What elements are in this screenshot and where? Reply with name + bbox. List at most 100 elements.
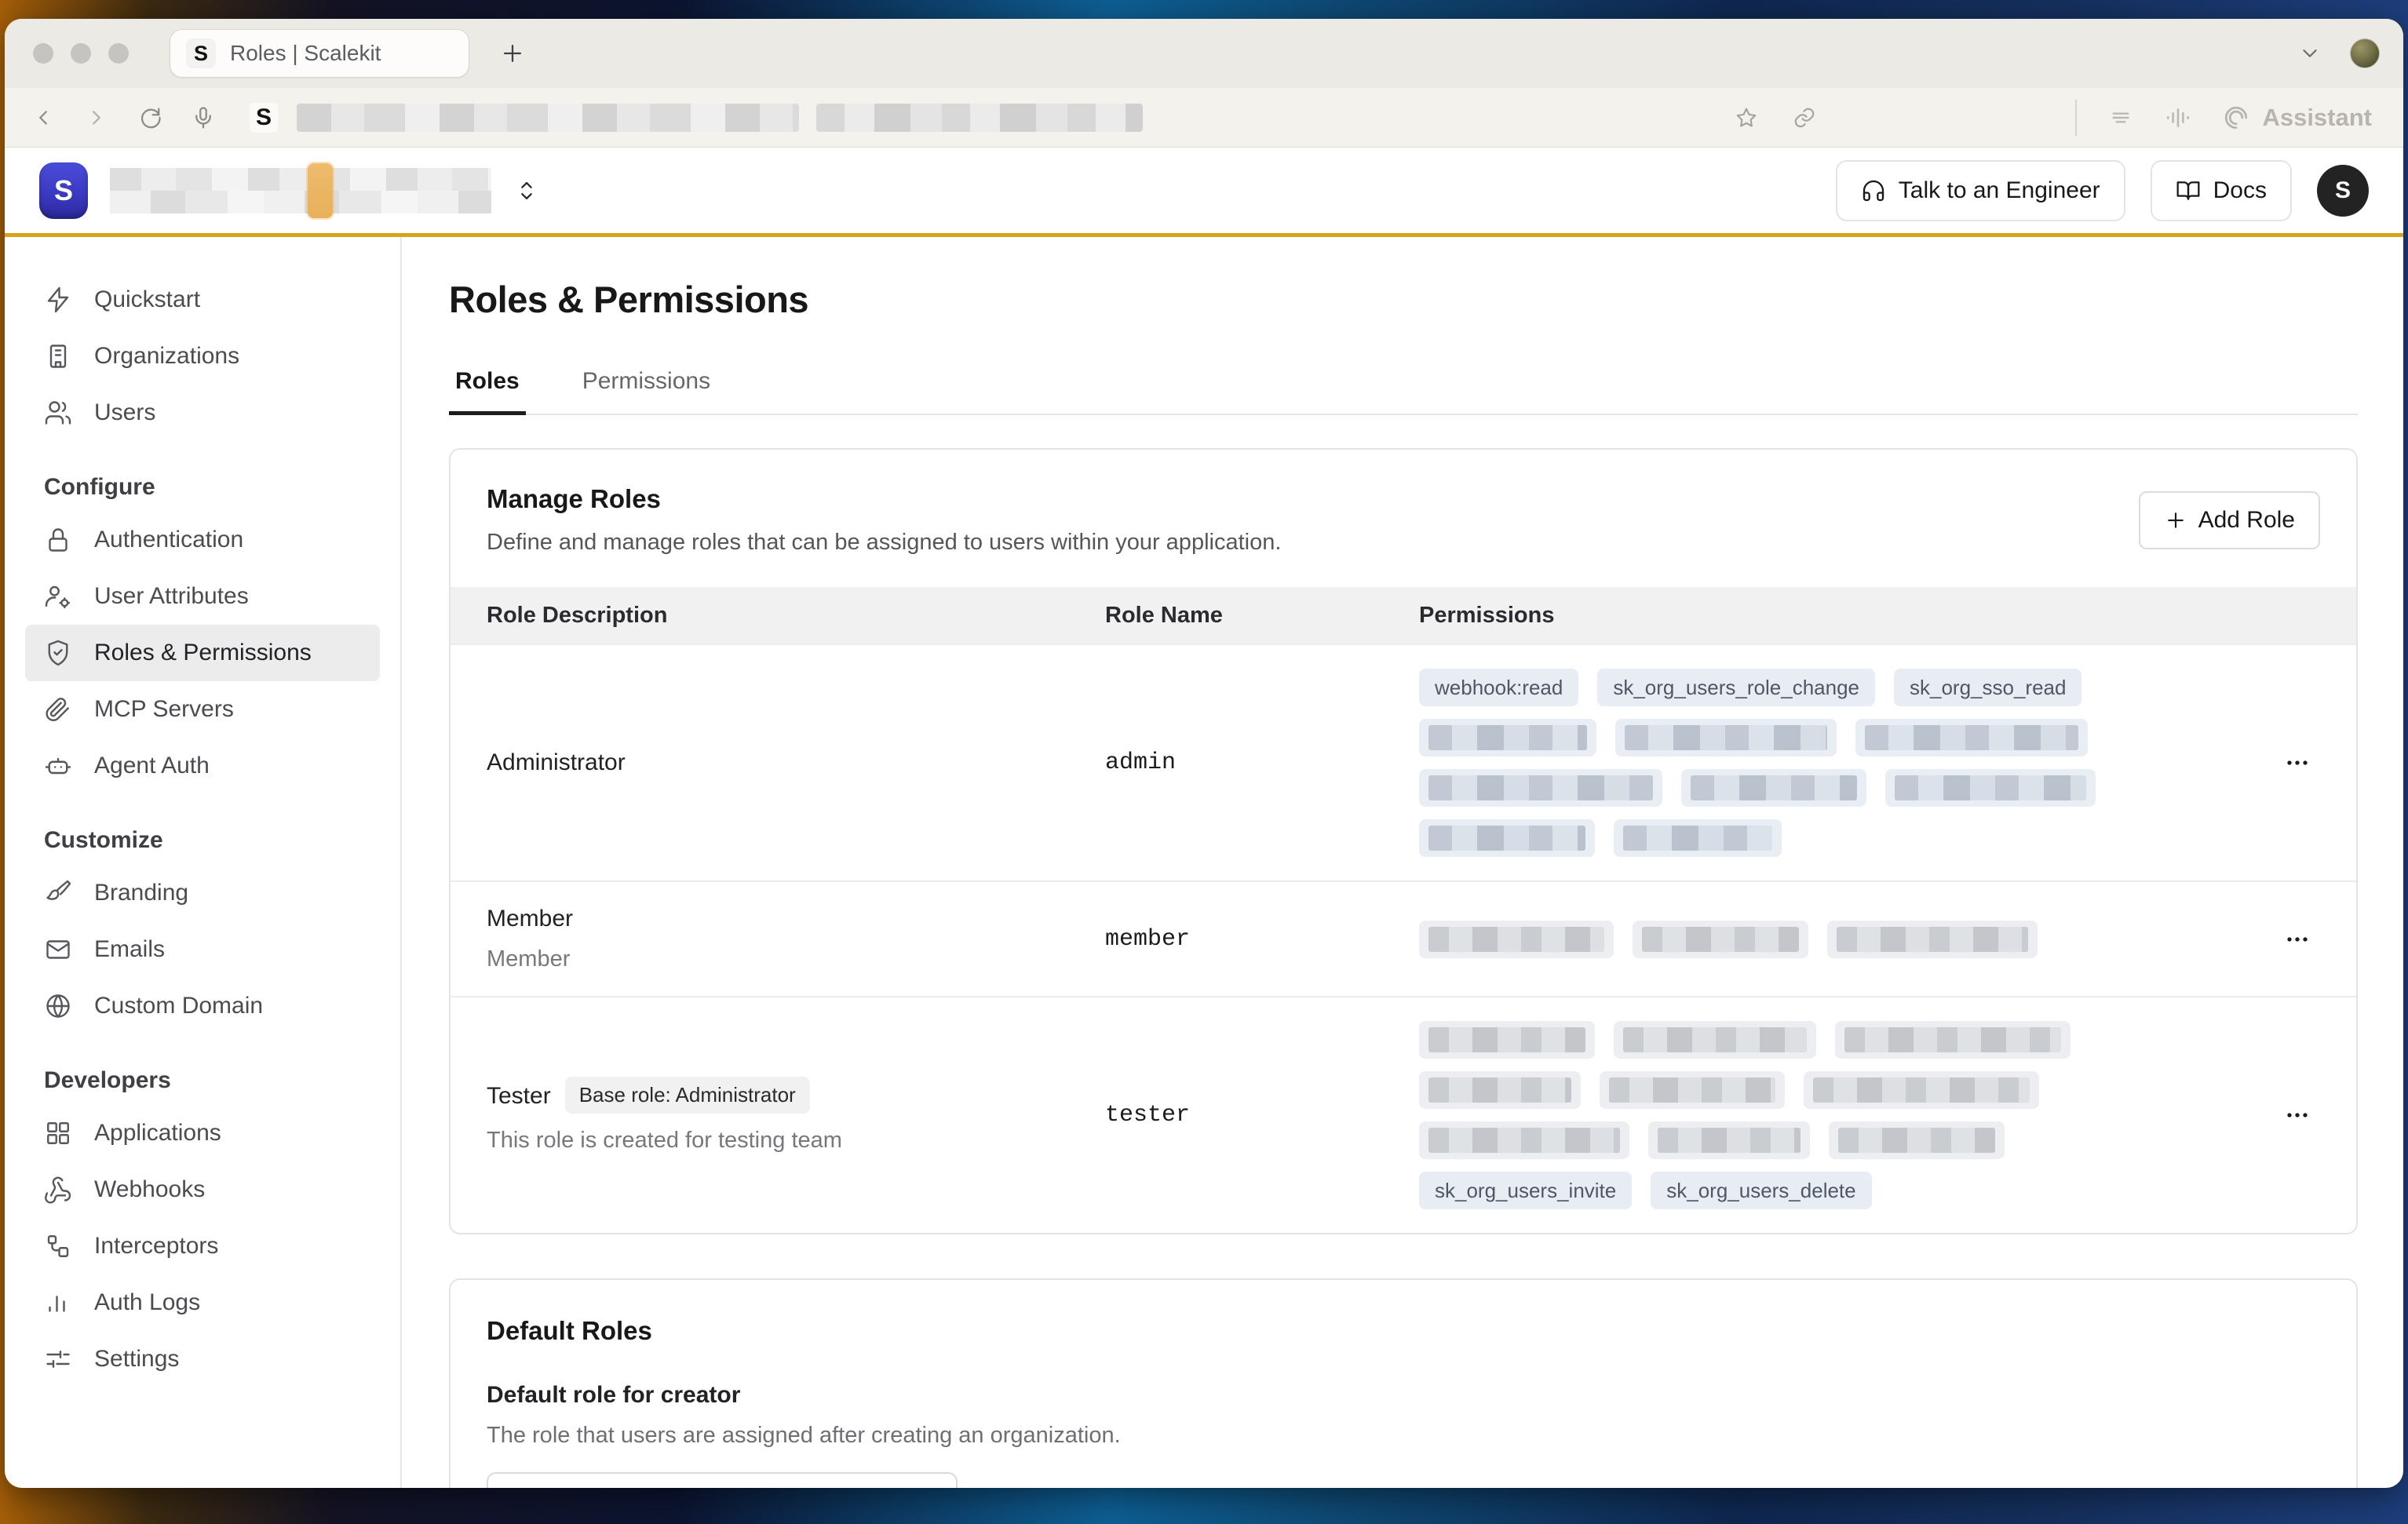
redacted-badge: [1419, 1071, 1581, 1109]
sidebar-item-label: MCP Servers: [94, 696, 234, 723]
sidebar-item-mcp-servers[interactable]: MCP Servers: [25, 681, 380, 738]
permission-badge: sk_org_users_invite: [1419, 1172, 1632, 1209]
sidebar-item-label: Authentication: [94, 527, 243, 553]
default-role-select[interactable]: Administrator: [487, 1472, 958, 1488]
audio-waveform-icon[interactable]: [2165, 104, 2191, 131]
sliders-icon: [44, 1345, 72, 1373]
sidebar-item-quickstart[interactable]: Quickstart: [25, 272, 380, 328]
sidebar-item-user-attributes[interactable]: User Attributes: [25, 568, 380, 625]
sidebar-item-label: Organizations: [94, 343, 239, 370]
redacted-badge: [1600, 1071, 1785, 1109]
forward-button[interactable]: [85, 106, 108, 129]
table-row-member: Member Member member: [451, 880, 2356, 996]
browser-tab[interactable]: S Roles | Scalekit: [170, 29, 469, 78]
sidebar-item-label: Auth Logs: [94, 1289, 200, 1316]
tab-overview-chevron[interactable]: [2298, 42, 2322, 65]
redacted-badge: [1681, 769, 1866, 807]
sidebar-item-webhooks[interactable]: Webhooks: [25, 1161, 380, 1218]
user-avatar[interactable]: S: [2317, 165, 2369, 217]
org-switcher-chevrons-icon[interactable]: [513, 177, 540, 204]
redacted-badge: [1614, 1021, 1816, 1059]
sidebar-item-label: Agent Auth: [94, 753, 210, 779]
sidebar-item-organizations[interactable]: Organizations: [25, 328, 380, 385]
base-role-badge: Base role: Administrator: [565, 1077, 810, 1114]
window-minimize-button[interactable]: [71, 43, 91, 64]
tab-permissions[interactable]: Permissions: [576, 368, 717, 414]
default-roles-card: Default Roles Default role for creator T…: [449, 1278, 2358, 1488]
docs-label: Docs: [2213, 177, 2267, 204]
redacted-badge: [1419, 1021, 1595, 1059]
user-gear-icon: [44, 582, 72, 611]
column-permissions: Permissions: [1419, 603, 2238, 629]
building-icon: [44, 342, 72, 370]
back-button[interactable]: [31, 106, 55, 129]
window-close-button[interactable]: [33, 43, 53, 64]
browser-window: S Roles | Scalekit S: [5, 19, 2403, 1488]
redacted-badge: [1419, 819, 1595, 857]
browser-toolbar: S Assistant: [5, 88, 2403, 148]
talk-to-engineer-button[interactable]: Talk to an Engineer: [1836, 160, 2125, 221]
page-tabs: Roles Permissions: [449, 368, 2358, 415]
sidebar-section-configure: Configure: [25, 474, 380, 501]
sidebar-item-interceptors[interactable]: Interceptors: [25, 1218, 380, 1274]
role-description-text: Tester: [487, 1083, 551, 1109]
sidebar-item-roles-permissions[interactable]: Roles & Permissions: [25, 625, 380, 681]
tab-title: Roles | Scalekit: [230, 41, 381, 66]
copy-link-icon[interactable]: [1793, 106, 1816, 129]
redacted-badge: [1855, 719, 2088, 757]
column-role-description: Role Description: [487, 603, 1105, 629]
address-bar-redacted-2[interactable]: [816, 104, 1143, 132]
talk-to-engineer-label: Talk to an Engineer: [1899, 177, 2100, 204]
row-menu-button[interactable]: [2282, 1099, 2313, 1131]
manage-roles-description: Define and manage roles that can be assi…: [487, 530, 1281, 556]
tab-roles[interactable]: Roles: [449, 368, 526, 414]
role-description: Administrator: [487, 749, 1105, 776]
sidebar-item-authentication[interactable]: Authentication: [25, 512, 380, 568]
reload-button[interactable]: [138, 106, 162, 129]
sidebar-item-users[interactable]: Users: [25, 385, 380, 441]
reader-icon[interactable]: [2108, 105, 2133, 130]
manage-roles-title: Manage Roles: [487, 484, 1281, 514]
brush-icon: [44, 879, 72, 907]
add-role-label: Add Role: [2198, 507, 2295, 534]
permission-badge: sk_org_users_role_change: [1597, 669, 1875, 706]
row-menu-button[interactable]: [2282, 747, 2313, 778]
mic-icon[interactable]: [192, 106, 215, 129]
sidebar-item-label: Settings: [94, 1346, 179, 1373]
docs-button[interactable]: Docs: [2151, 160, 2292, 221]
window-zoom-button[interactable]: [108, 43, 129, 64]
sidebar-item-label: Applications: [94, 1120, 221, 1147]
sidebar-item-applications[interactable]: Applications: [25, 1105, 380, 1161]
address-bar-redacted[interactable]: [297, 104, 799, 132]
org-switcher[interactable]: S: [39, 162, 540, 219]
redacted-badge: [1804, 1071, 2039, 1109]
assistant-button[interactable]: Assistant: [2223, 104, 2372, 132]
row-menu-button[interactable]: [2282, 924, 2313, 955]
sidebar-item-label: Branding: [94, 880, 188, 906]
sidebar-item-auth-logs[interactable]: Auth Logs: [25, 1274, 380, 1331]
profile-avatar[interactable]: [2350, 38, 2380, 68]
redacted-badge: [1835, 1021, 2071, 1059]
browser-tab-strip: S Roles | Scalekit: [5, 19, 2403, 88]
redacted-badge: [1419, 769, 1662, 807]
sidebar-item-label: User Attributes: [94, 583, 249, 610]
sidebar-item-emails[interactable]: Emails: [25, 921, 380, 978]
sidebar-item-branding[interactable]: Branding: [25, 865, 380, 921]
app-header: S Talk to an Engineer Docs S: [5, 148, 2403, 237]
add-role-button[interactable]: Add Role: [2139, 491, 2320, 549]
sidebar-item-settings[interactable]: Settings: [25, 1331, 380, 1387]
sidebar-item-label: Webhooks: [94, 1176, 205, 1203]
sidebar-item-agent-auth[interactable]: Agent Auth: [25, 738, 380, 794]
page-title: Roles & Permissions: [449, 278, 2358, 321]
sidebar-item-label: Users: [94, 399, 155, 426]
new-tab-button[interactable]: [499, 40, 526, 67]
bookmark-star-icon[interactable]: [1735, 106, 1758, 129]
sidebar-item-label: Interceptors: [94, 1233, 218, 1260]
window-controls: [33, 43, 129, 64]
org-name-cursor: [308, 163, 333, 218]
sidebar-item-custom-domain[interactable]: Custom Domain: [25, 978, 380, 1034]
redacted-badge: [1648, 1121, 1810, 1159]
redacted-badge: [1885, 769, 2096, 807]
sidebar-item-label: Emails: [94, 936, 165, 963]
redacted-badge: [1827, 921, 2038, 958]
